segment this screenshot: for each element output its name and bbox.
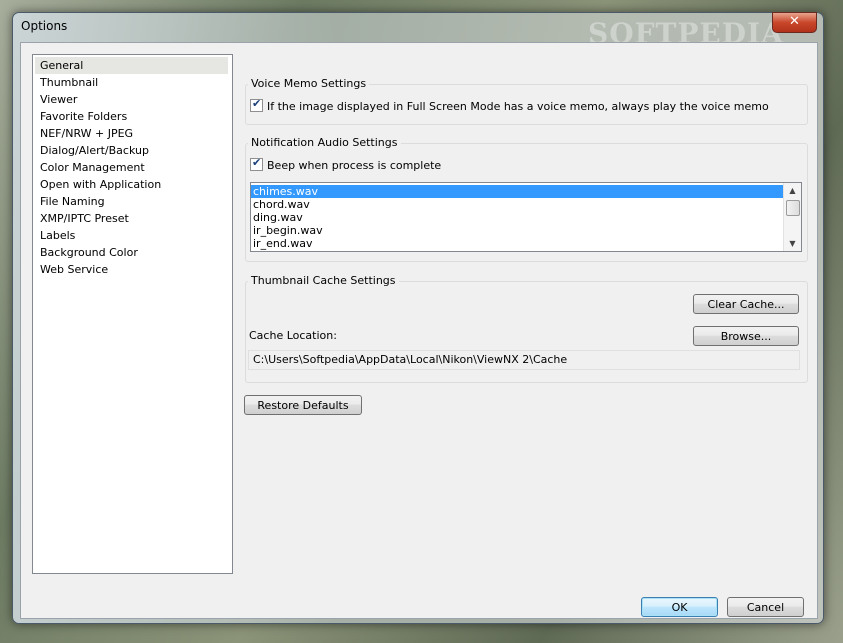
voice-memo-checkbox-label: If the image displayed in Full Screen Mo…: [267, 100, 769, 113]
nav-item-labels[interactable]: Labels: [35, 227, 228, 244]
sound-list-scrollbar[interactable]: ▲ ▼: [783, 183, 801, 251]
sound-item-chord[interactable]: chord.wav: [251, 198, 801, 211]
nav-item-dialog-alert-backup[interactable]: Dialog/Alert/Backup: [35, 142, 228, 159]
voice-memo-option[interactable]: ✔ If the image displayed in Full Screen M…: [250, 97, 769, 113]
sound-item-ir-end[interactable]: ir_end.wav: [251, 237, 801, 250]
close-button[interactable]: ✕: [772, 12, 817, 33]
sound-item-ding[interactable]: ding.wav: [251, 211, 801, 224]
restore-defaults-button[interactable]: Restore Defaults: [244, 395, 362, 415]
checkmark-icon: ✔: [252, 97, 262, 110]
clear-cache-button[interactable]: Clear Cache...: [693, 294, 799, 314]
beep-checkbox-label: Beep when process is complete: [267, 159, 442, 172]
window-title: Options: [21, 19, 68, 33]
browse-button[interactable]: Browse...: [693, 326, 799, 346]
cancel-button[interactable]: Cancel: [727, 597, 804, 617]
cache-location-field[interactable]: C:\Users\Softpedia\AppData\Local\Nikon\V…: [248, 350, 800, 370]
nav-item-color-management[interactable]: Color Management: [35, 159, 228, 176]
voice-memo-group-title: Voice Memo Settings: [248, 77, 370, 90]
dialog-client-area: General Thumbnail Viewer Favorite Folder…: [20, 42, 818, 619]
sound-file-list[interactable]: chimes.wav chord.wav ding.wav ir_begin.w…: [250, 182, 802, 252]
sound-item-ir-begin[interactable]: ir_begin.wav: [251, 224, 801, 237]
scroll-down-icon[interactable]: ▼: [784, 236, 801, 251]
nav-item-file-naming[interactable]: File Naming: [35, 193, 228, 210]
voice-memo-checkbox[interactable]: ✔: [250, 97, 263, 112]
options-dialog: SOFTPEDIA Options ✕ General Thumbnail Vi…: [12, 12, 824, 624]
nav-item-thumbnail[interactable]: Thumbnail: [35, 74, 228, 91]
close-icon: ✕: [789, 14, 800, 29]
beep-option[interactable]: ✔ Beep when process is complete: [250, 156, 442, 172]
category-list[interactable]: General Thumbnail Viewer Favorite Folder…: [32, 54, 233, 574]
checkmark-icon: ✔: [252, 156, 262, 169]
scroll-up-icon[interactable]: ▲: [784, 183, 801, 198]
nav-item-favorite-folders[interactable]: Favorite Folders: [35, 108, 228, 125]
thumbnail-cache-group-title: Thumbnail Cache Settings: [248, 274, 399, 287]
beep-checkbox[interactable]: ✔: [250, 156, 263, 171]
sound-item-chimes[interactable]: chimes.wav: [251, 185, 801, 198]
nav-item-background-color[interactable]: Background Color: [35, 244, 228, 261]
ok-button[interactable]: OK: [641, 597, 718, 617]
nav-item-web-service[interactable]: Web Service: [35, 261, 228, 278]
nav-item-nef-nrw-jpeg[interactable]: NEF/NRW + JPEG: [35, 125, 228, 142]
scroll-thumb[interactable]: [786, 200, 800, 216]
nav-item-viewer[interactable]: Viewer: [35, 91, 228, 108]
nav-item-general[interactable]: General: [35, 57, 228, 74]
notification-audio-group-title: Notification Audio Settings: [248, 136, 401, 149]
nav-item-open-with-application[interactable]: Open with Application: [35, 176, 228, 193]
nav-item-xmp-iptc-preset[interactable]: XMP/IPTC Preset: [35, 210, 228, 227]
cache-location-label: Cache Location:: [249, 329, 337, 342]
